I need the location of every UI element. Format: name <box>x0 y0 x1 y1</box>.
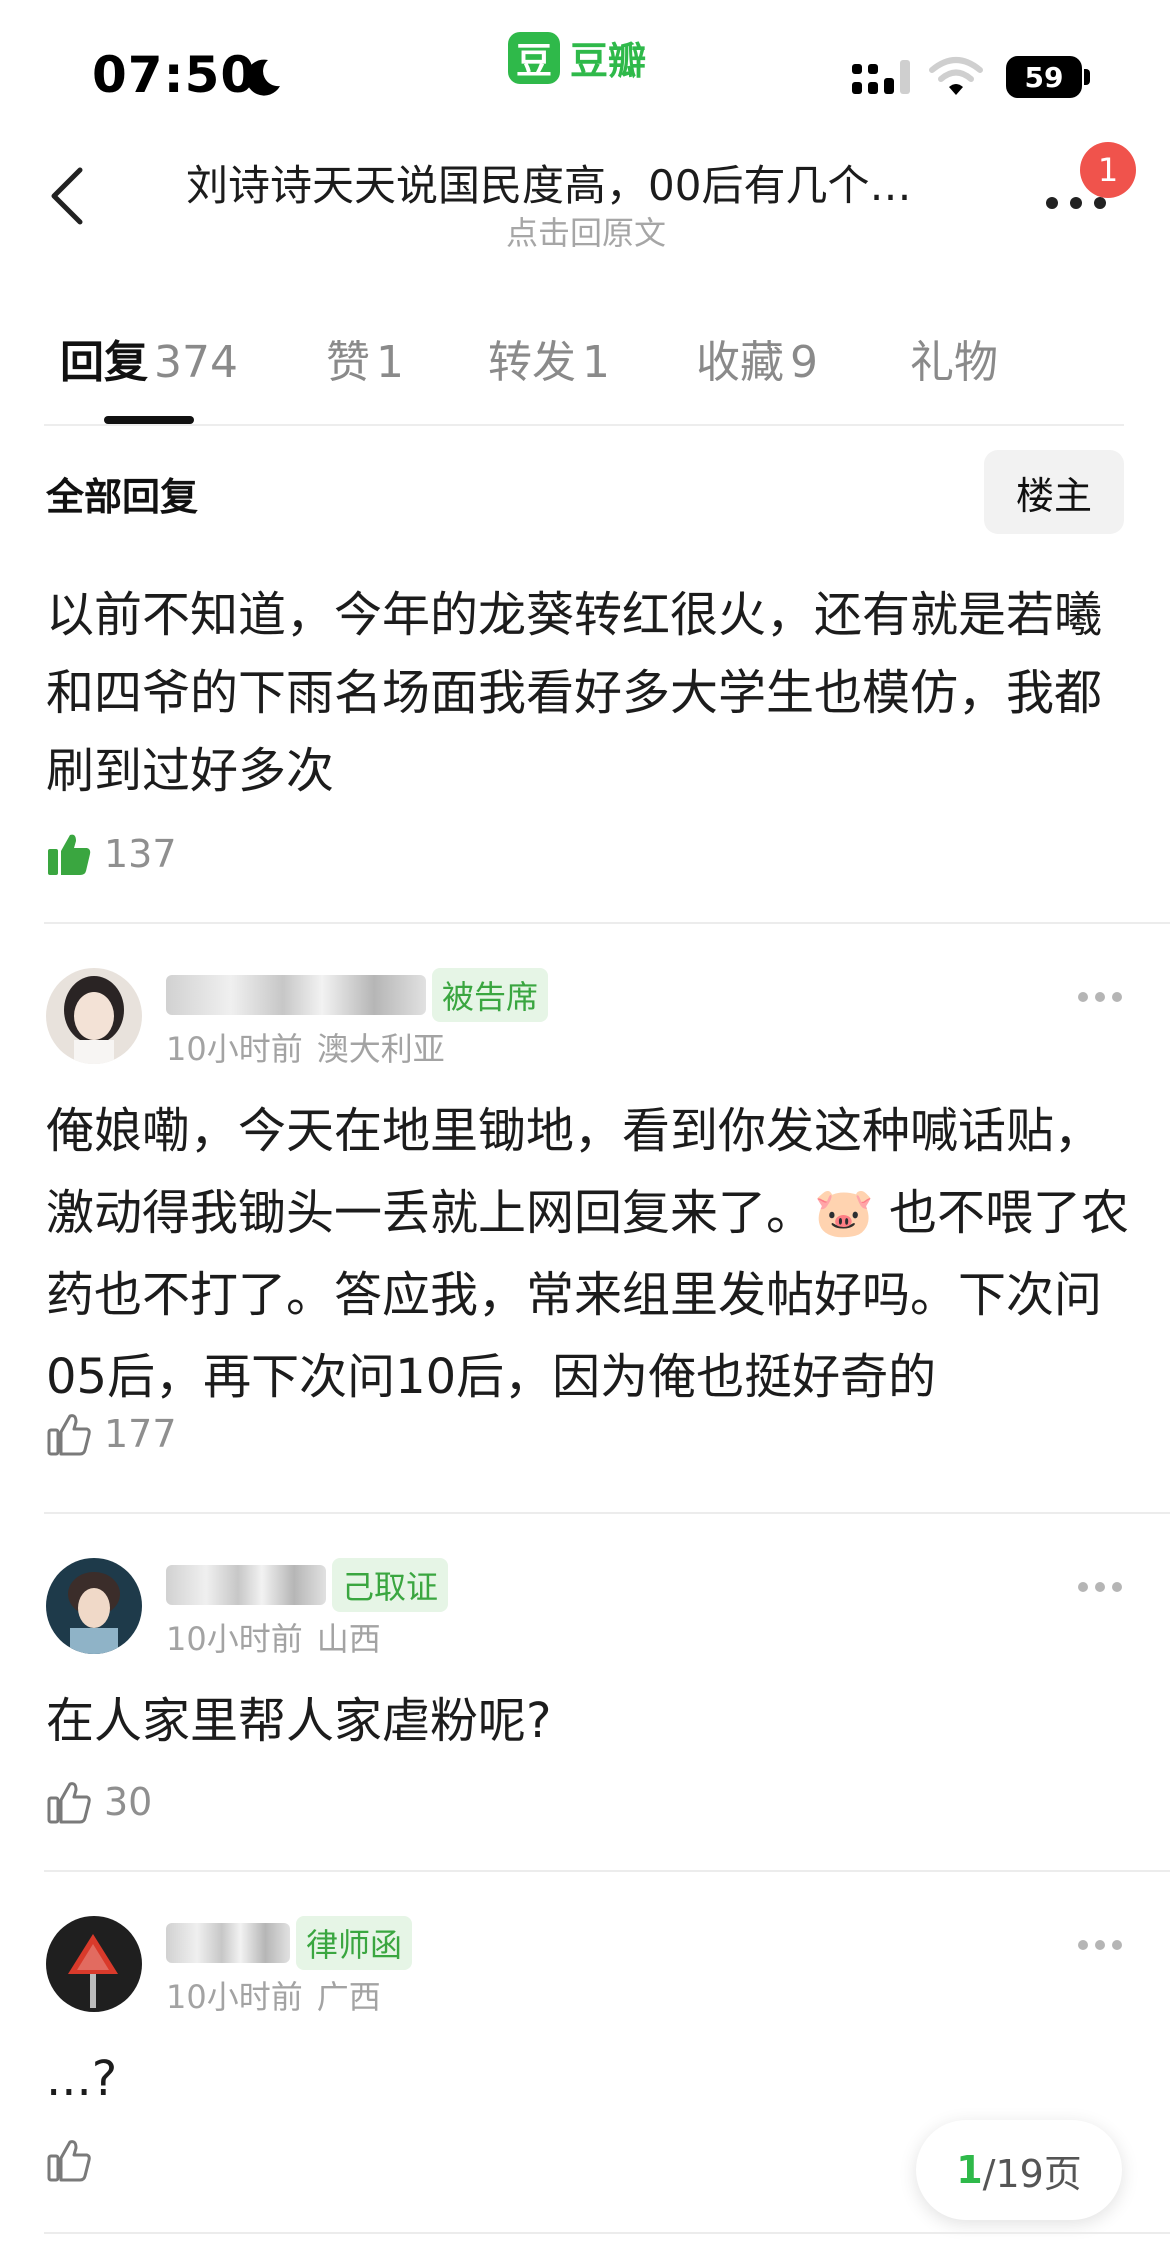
username[interactable]: 被告席 <box>166 968 549 1022</box>
avatar[interactable] <box>46 1558 142 1654</box>
douban-logo-icon: 豆 <box>508 31 560 84</box>
thumbs-up-icon <box>47 2140 91 2182</box>
comment-text: 俺娘嘞，今天在地里锄地，看到你发这种喊话贴，激动得我锄头一丢就上网回复来了。🐷 … <box>46 1103 1130 1405</box>
op-only-button[interactable]: 楼主 <box>984 450 1124 534</box>
user-tag: 被告席 <box>432 968 549 1022</box>
tab-count: 9 <box>790 337 818 388</box>
tab-bar: 回复 374 赞1 转发 1 收藏 9 礼物 <box>0 300 1170 425</box>
moon-icon <box>246 59 280 96</box>
active-tab-indicator <box>104 416 194 424</box>
back-to-original-link[interactable]: 点击回原文 <box>186 208 986 254</box>
status-bar: 07:50 豆 豆瓣 59 <box>0 0 1170 120</box>
comment-menu-icon[interactable] <box>1076 990 1124 1004</box>
username[interactable]: 己取证 <box>166 1558 449 1612</box>
like-button[interactable] <box>46 2130 92 2190</box>
username[interactable]: 律师函 <box>166 1916 413 1970</box>
comment-text: 在人家里帮人家虐粉呢? <box>46 1693 552 1749</box>
divider <box>44 2232 1170 2234</box>
divider <box>44 1512 1170 1514</box>
divider <box>44 424 1124 426</box>
comment-location: 山西 <box>316 1620 381 1658</box>
tab-label: 转发 <box>488 337 576 388</box>
tab-count: 374 <box>154 337 238 388</box>
comment-text: ...? <box>46 2051 118 2107</box>
username-redacted <box>166 1923 290 1963</box>
tab-label: 赞 <box>326 337 370 388</box>
signal-icon <box>852 60 910 94</box>
avatar-image <box>46 968 142 1064</box>
post-title[interactable]: 刘诗诗天天说国民度高，00后有几个… <box>186 152 986 213</box>
comment-meta: 10小时前 澳大利亚 <box>166 1024 445 1070</box>
like-button[interactable]: 177 <box>46 1404 177 1464</box>
user-tag: 己取证 <box>332 1558 449 1612</box>
status-time: 07:50 <box>92 46 257 104</box>
username-redacted <box>166 1565 326 1605</box>
avatar[interactable] <box>46 968 142 1064</box>
comment-menu-icon[interactable] <box>1076 1938 1124 1952</box>
notification-badge: 1 <box>1080 142 1136 198</box>
username-redacted <box>166 975 426 1015</box>
page-indicator[interactable]: 1/19页 <box>916 2120 1122 2220</box>
comment-location: 广西 <box>316 1978 381 2016</box>
tab-likes[interactable]: 赞1 <box>326 326 404 390</box>
app-indicator: 豆 豆瓣 <box>508 30 646 85</box>
comment-time: 10小时前 <box>166 1620 303 1658</box>
back-icon[interactable] <box>44 164 88 228</box>
tab-label: 礼物 <box>910 337 998 388</box>
tab-replies[interactable]: 回复 374 <box>60 326 238 390</box>
tab-count: 1 <box>582 337 610 388</box>
tab-count: 1 <box>376 337 404 388</box>
wifi-icon <box>929 57 983 95</box>
tab-label: 回复 <box>60 337 148 388</box>
nav-bar: 刘诗诗天天说国民度高，00后有几个… 点击回原文 1 <box>0 130 1170 260</box>
battery-level: 59 <box>1006 56 1082 98</box>
battery-tip <box>1084 69 1090 85</box>
like-count: 137 <box>104 832 177 876</box>
thumbs-up-icon <box>47 1782 91 1824</box>
thumbs-up-filled-icon <box>48 834 91 875</box>
thumbs-up-icon <box>47 1414 91 1456</box>
avatar-image <box>46 1558 142 1654</box>
tab-reposts[interactable]: 转发 1 <box>488 326 610 390</box>
battery-icon: 59 <box>1006 56 1090 98</box>
comment-time: 10小时前 <box>166 1978 303 2016</box>
avatar[interactable] <box>46 1916 142 2012</box>
comment-menu-icon[interactable] <box>1076 1580 1124 1594</box>
comment-time: 10小时前 <box>166 1030 303 1068</box>
comment-location: 澳大利亚 <box>316 1030 445 1068</box>
avatar-image <box>46 1916 142 2012</box>
like-count: 30 <box>104 1780 153 1824</box>
tab-gifts[interactable]: 礼物 <box>910 326 1004 390</box>
comment-meta: 10小时前 广西 <box>166 1972 381 2018</box>
divider <box>44 922 1170 924</box>
tab-label: 收藏 <box>696 337 784 388</box>
like-button[interactable]: 137 <box>46 824 177 884</box>
like-button[interactable]: 30 <box>46 1772 152 1832</box>
reply-text: 以前不知道，今年的龙葵转红很火，还有就是若曦和四爷的下雨名场面我看好多大学生也模… <box>46 587 1103 799</box>
like-count: 177 <box>104 1412 177 1456</box>
tab-collections[interactable]: 收藏 9 <box>696 326 818 390</box>
app-name: 豆瓣 <box>570 39 647 83</box>
total-pages: /19页 <box>982 2151 1082 2196</box>
user-tag: 律师函 <box>296 1916 413 1970</box>
comment-meta: 10小时前 山西 <box>166 1614 381 1660</box>
current-page: 1 <box>956 2148 983 2192</box>
divider <box>44 1870 1170 1872</box>
all-replies-label: 全部回复 <box>46 475 199 519</box>
